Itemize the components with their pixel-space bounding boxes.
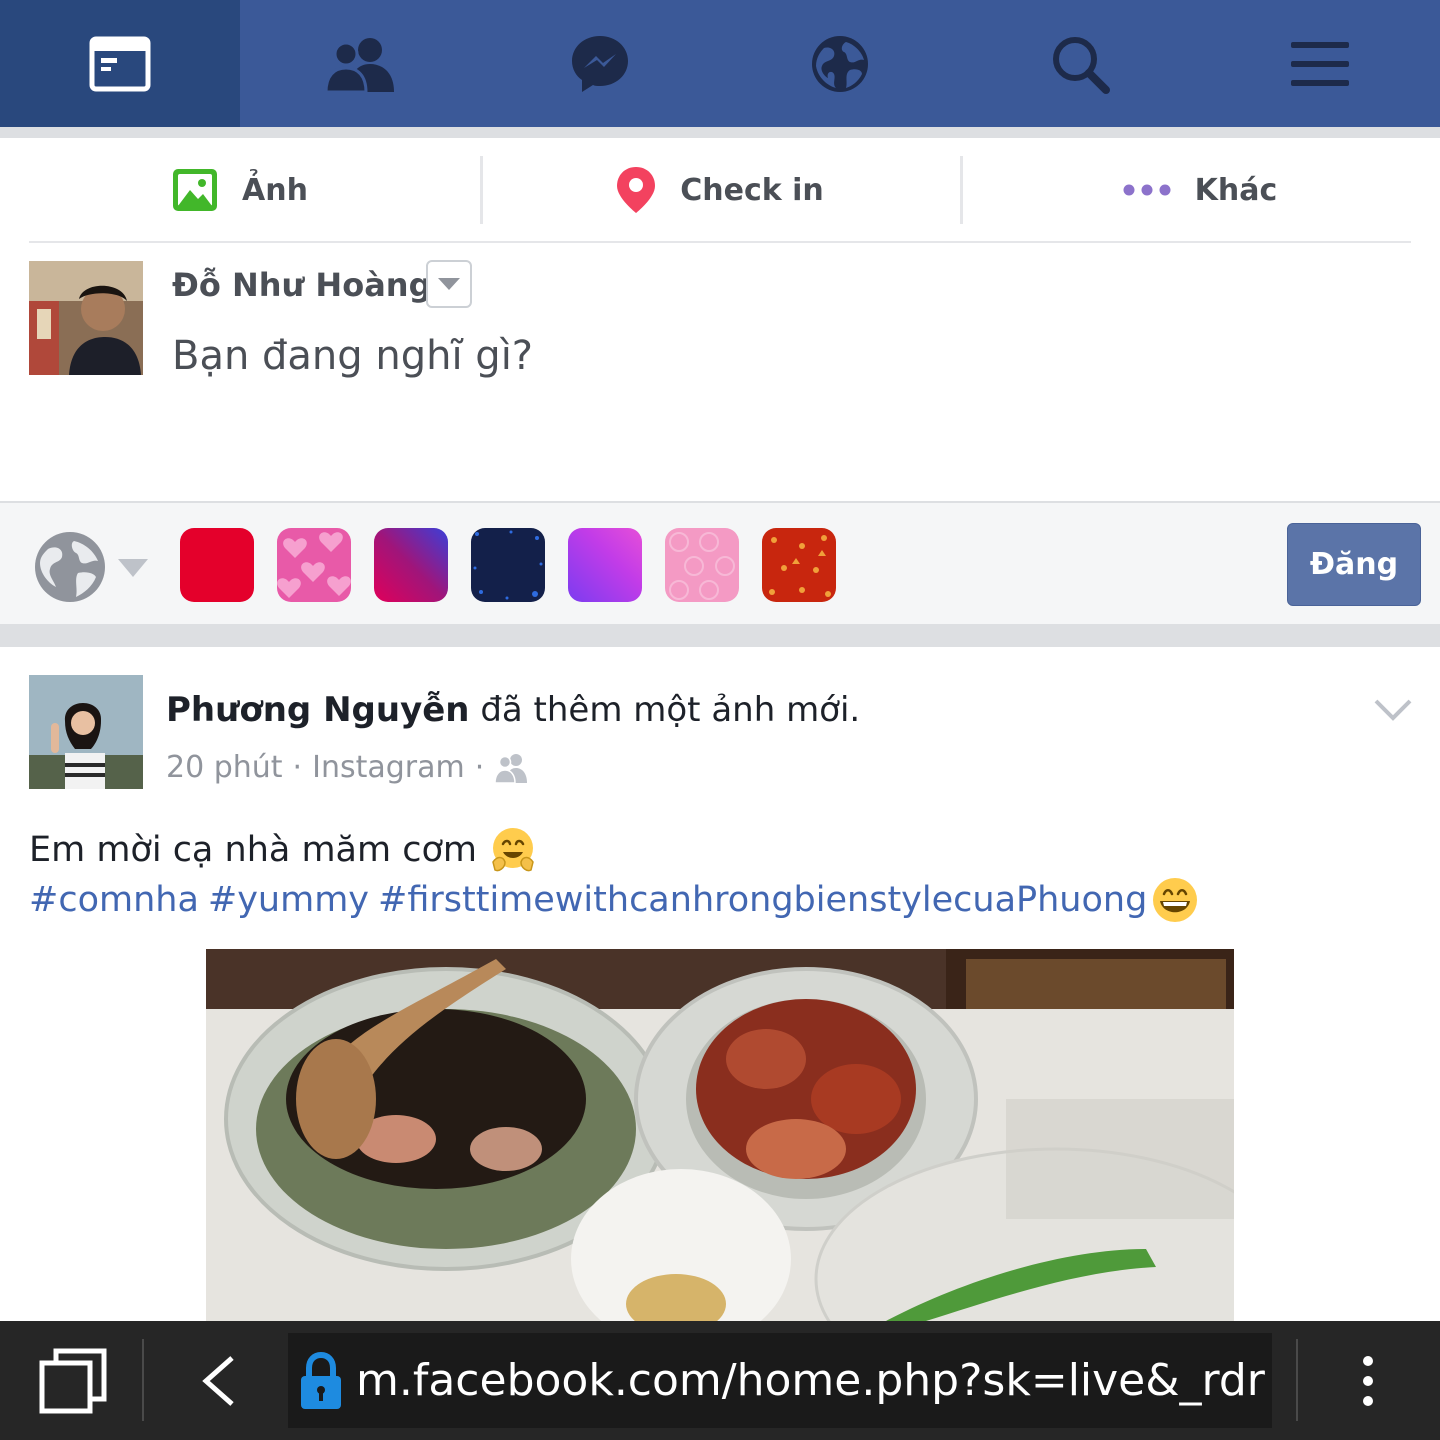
globe-icon — [35, 532, 105, 602]
toolbar-separator — [1296, 1339, 1298, 1421]
avatar-photo — [29, 675, 143, 789]
globe-notifications-icon — [812, 35, 868, 92]
tabs-button[interactable] — [38, 1347, 108, 1415]
nav-search[interactable] — [960, 0, 1200, 127]
hugging-face-emoji — [492, 828, 534, 872]
post-message: Em mời cạ nhà măm cơm — [29, 826, 537, 874]
feed-divider — [0, 624, 1440, 647]
grinning-face-emoji — [1153, 878, 1198, 922]
search-icon — [1053, 36, 1110, 94]
post-message-text: Em mời cạ nhà măm cơm — [29, 830, 477, 870]
hearts-pattern — [277, 532, 351, 598]
post-author-name[interactable]: Phương Nguyễn — [166, 690, 470, 730]
post-photo[interactable] — [206, 949, 1234, 1321]
back-chevron-icon — [202, 1356, 234, 1406]
background-swatch-pink-hearts[interactable] — [277, 528, 351, 602]
meta-separator: · — [474, 750, 485, 785]
caret-down-icon — [438, 278, 460, 290]
photo-icon — [173, 169, 218, 211]
chevron-down-icon — [1374, 699, 1412, 721]
post-button[interactable]: Đăng — [1287, 523, 1421, 606]
composer-divider — [29, 241, 1411, 243]
post-action-text: đã thêm một ảnh mới. — [480, 690, 861, 730]
location-pin-icon — [617, 167, 656, 213]
friends-icon — [324, 37, 394, 92]
toolbar-separator — [142, 1339, 144, 1421]
background-swatch-red-pattern[interactable] — [762, 528, 836, 602]
lock-icon — [301, 1351, 341, 1409]
nav-friends[interactable] — [240, 0, 480, 127]
avatar-photo — [29, 261, 143, 375]
background-swatch-red[interactable] — [180, 528, 254, 602]
more-dots-icon — [1123, 184, 1171, 196]
menu-icon — [1291, 41, 1349, 86]
background-swatch-pink-pattern[interactable] — [665, 528, 739, 602]
post-source: Instagram — [312, 750, 465, 785]
address-bar[interactable]: m.facebook.com/home.php?sk=live&_rdr — [288, 1333, 1272, 1428]
more-label: Khác — [1194, 172, 1278, 208]
background-swatch-violet[interactable] — [568, 528, 642, 602]
hashtag-link[interactable]: #comnha — [29, 880, 199, 920]
browser-menu-button[interactable] — [1356, 1355, 1380, 1407]
url-text: m.facebook.com/home.php?sk=live&_rdr — [356, 1355, 1265, 1406]
composer-user-name: Đỗ Như Hoàng — [172, 266, 432, 304]
back-button[interactable] — [200, 1355, 236, 1407]
caret-down-icon — [118, 559, 148, 577]
sparkle-pattern — [473, 530, 543, 600]
post-hashtags: #comnha #yummy #firsttimewithcanhrongbie… — [29, 876, 1199, 924]
post-header: Phương Nguyễn đã thêm một ảnh mới. — [166, 690, 860, 730]
hashtag-link[interactable]: #firsttimewithcanhrongbienstylecuaPhuong — [378, 880, 1147, 920]
nav-menu[interactable] — [1200, 0, 1440, 127]
top-navigation — [0, 0, 1440, 127]
food-photo — [206, 949, 1234, 1321]
post-meta: 20 phút · Instagram · — [166, 750, 528, 785]
messenger-icon — [572, 35, 628, 92]
news-feed-icon — [89, 36, 151, 91]
privacy-selector[interactable] — [34, 531, 148, 603]
nav-divider — [0, 127, 1440, 138]
post-options-button[interactable] — [1374, 698, 1412, 726]
nav-messenger[interactable] — [480, 0, 720, 127]
overflow-menu-icon — [1363, 1356, 1373, 1406]
photo-label: Ảnh — [242, 172, 308, 208]
festive-pattern — [769, 535, 831, 597]
composer-avatar[interactable] — [29, 261, 143, 375]
checkin-label: Check in — [680, 172, 824, 208]
composer-actions: Ảnh Check in Khác — [0, 138, 1440, 242]
post-author-avatar[interactable] — [29, 675, 143, 789]
post-time[interactable]: 20 phút — [166, 750, 283, 785]
meta-separator: · — [292, 750, 303, 785]
more-button[interactable]: Khác — [960, 138, 1440, 242]
hashtag-link[interactable]: #yummy — [208, 880, 369, 920]
tabs-icon — [39, 1348, 107, 1414]
background-swatch-dark-navy[interactable] — [471, 528, 545, 602]
nav-news-feed[interactable] — [0, 0, 240, 127]
friends-audience-icon — [494, 753, 528, 783]
background-swatch-purple-magenta[interactable] — [374, 528, 448, 602]
composer-input[interactable]: Bạn đang nghĩ gì? — [172, 333, 533, 379]
checkin-button[interactable]: Check in — [480, 138, 960, 242]
browser-bottom-bar: m.facebook.com/home.php?sk=live&_rdr — [0, 1321, 1440, 1440]
nav-notifications[interactable] — [720, 0, 960, 127]
audience-dropdown[interactable] — [426, 260, 472, 308]
background-selector-bar: Đăng — [0, 501, 1440, 624]
photo-button[interactable]: Ảnh — [0, 138, 480, 242]
dots-pattern — [669, 532, 735, 600]
